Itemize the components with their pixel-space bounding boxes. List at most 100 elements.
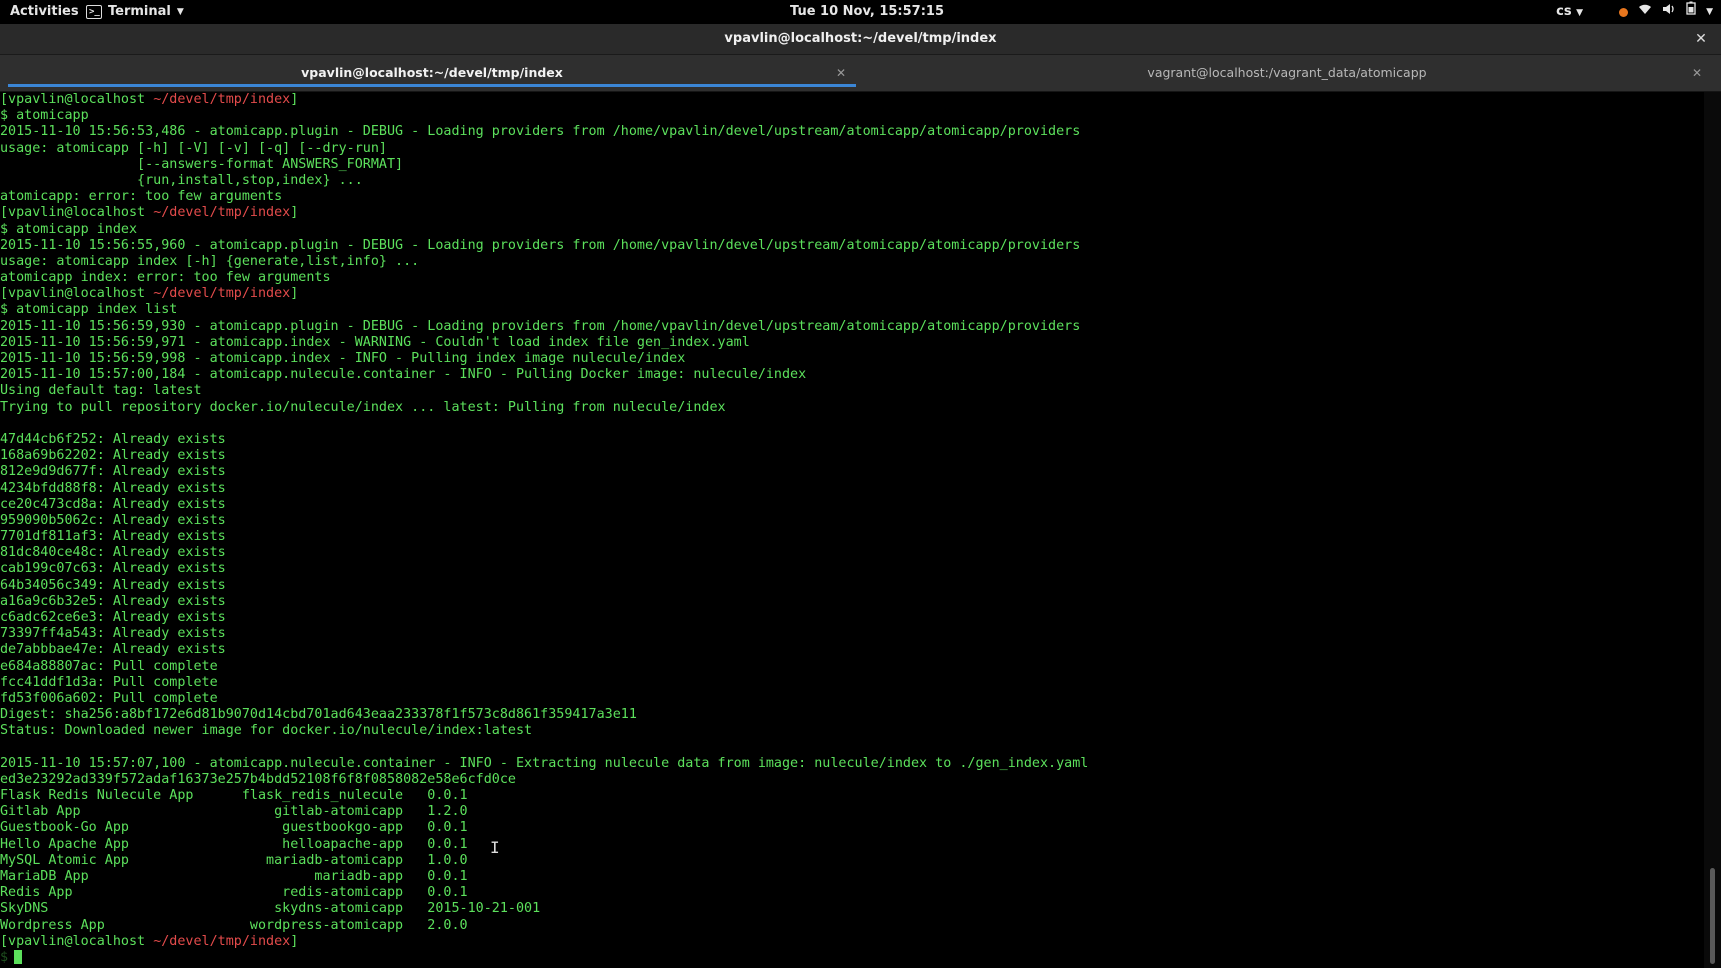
close-icon[interactable]: ✕ [1691,24,1711,54]
terminal-line: SkyDNS skydns-atomicapp 2015-10-21-001 [0,901,1704,917]
terminal-scrollbar[interactable] [1704,92,1721,968]
prompt-symbol: $ [0,949,9,965]
terminal-line: 2015-11-10 15:56:55,960 - atomicapp.plug… [0,238,1704,254]
terminal-text: Trying to pull repository docker.io/nule… [0,399,726,415]
keyboard-layout-indicator[interactable]: cs ▼ [1556,0,1583,25]
terminal-line: 73397ff4a543: Already exists [0,626,1704,642]
terminal-line: 2015-11-10 15:57:07,100 - atomicapp.nule… [0,756,1704,772]
ibeam-cursor-icon: I [490,838,500,857]
terminal-line: usage: atomicapp [-h] [-V] [-v] [-q] [--… [0,141,1704,157]
terminal-line: [vpavlin@localhost ~/devel/tmp/index] [0,934,1704,950]
terminal-text: Status: Downloaded newer image for docke… [0,723,533,739]
terminal-line: 2015-11-10 15:56:59,998 - atomicapp.inde… [0,351,1704,367]
terminal-line: fcc41ddf1d3a: Pull complete [0,675,1704,691]
terminal-text: [vpavlin@localhost [0,933,154,949]
keyboard-layout-label: cs [1556,3,1572,19]
tab-vpavlin-index[interactable]: vpavlin@localhost:~/devel/tmp/index ✕ [8,59,856,87]
terminal-line: $ atomicapp index list [0,302,1704,318]
terminal-text: ce20c473cd8a: Already exists [0,496,226,512]
terminal-line: 47d44cb6f252: Already exists [0,432,1704,448]
terminal-text: cab199c07c63: Already exists [0,561,226,577]
volume-icon[interactable] [1662,0,1676,24]
wifi-icon[interactable] [1638,0,1652,24]
clock[interactable]: Tue 10 Nov, 15:57:15 [790,0,944,24]
terminal-text: 2015-11-10 15:57:07,100 - atomicapp.nule… [0,755,1089,771]
terminal-text: c6adc62ce6e3: Already exists [0,610,226,625]
terminal-text: atomicapp: error: too few arguments [0,189,283,205]
tab-vagrant-atomicapp[interactable]: vagrant@localhost:/vagrant_data/atomicap… [862,59,1712,87]
terminal-line: Hello Apache App helloapache-app 0.0.1 [0,837,1704,853]
window-titlebar[interactable]: vpavlin@localhost:~/devel/tmp/index ✕ [0,24,1721,55]
terminal-line: Digest: sha256:a8bf172e6d81b9070d14cbd70… [0,707,1704,723]
chevron-down-icon: ▼ [176,7,184,17]
terminal-text: Flask Redis Nulecule App flask_redis_nul… [0,788,468,804]
terminal-text: ] [290,205,299,221]
terminal-line: cab199c07c63: Already exists [0,561,1704,577]
terminal-text: Wordpress App wordpress-atomicapp 2.0.0 [0,917,468,933]
terminal-line: [vpavlin@localhost ~/devel/tmp/index] [0,205,1704,221]
terminal-line: 2015-11-10 15:56:59,930 - atomicapp.plug… [0,319,1704,335]
prompt-path: ~/devel/tmp/index [153,205,291,221]
terminal-line: [vpavlin@localhost ~/devel/tmp/index] [0,92,1704,108]
tab-label: vpavlin@localhost:~/devel/tmp/index [301,65,563,80]
terminal-line: 959090b5062c: Already exists [0,513,1704,529]
terminal-line: 64b34056c349: Already exists [0,578,1704,594]
terminal-text: 4234bfdd88f8: Already exists [0,480,226,496]
terminal-icon: >_ [86,5,102,19]
prompt-path: ~/devel/tmp/index [153,933,291,949]
window-title: vpavlin@localhost:~/devel/tmp/index [724,31,997,46]
close-icon[interactable]: ✕ [836,59,846,87]
terminal-text: MySQL Atomic App mariadb-atomicapp 1.0.0 [0,852,468,868]
terminal-text: Guestbook-Go App guestbookgo-app 0.0.1 [0,820,468,836]
terminal-text: Gitlab App gitlab-atomicapp 1.2.0 [0,804,468,820]
notification-dot-icon[interactable] [1619,7,1629,17]
terminal-line: Wordpress App wordpress-atomicapp 2.0.0 [0,918,1704,934]
battery-icon[interactable] [1686,0,1696,24]
terminal-lines: [vpavlin@localhost ~/devel/tmp/index] $ a… [0,92,1704,950]
app-menu-terminal[interactable]: >_ Terminal ▼ [86,0,184,24]
terminal-text: 2015-11-10 15:56:59,998 - atomicapp.inde… [0,351,686,366]
terminal-line: Guestbook-Go App guestbookgo-app 0.0.1 [0,820,1704,836]
terminal-output[interactable]: [vpavlin@localhost ~/devel/tmp/index] $ a… [0,92,1704,968]
terminal-line: Redis App redis-atomicapp 0.0.1 [0,885,1704,901]
terminal-line: ed3e23292ad339f572adaf16373e257b4bdd5210… [0,772,1704,788]
close-icon[interactable]: ✕ [1692,59,1702,87]
terminal-line: $ atomicapp index [0,222,1704,238]
tab-bar: vpavlin@localhost:~/devel/tmp/index ✕ va… [0,55,1721,92]
terminal-text: Redis App redis-atomicapp 0.0.1 [0,885,468,901]
terminal-text: 2015-11-10 15:56:59,971 - atomicapp.inde… [0,334,750,350]
app-menu-label: Terminal [108,4,171,19]
terminal-text: ] [290,933,299,949]
terminal-line: 812e9d9d677f: Already exists [0,464,1704,480]
terminal-text: [vpavlin@localhost [0,92,154,107]
terminal-text: 812e9d9d677f: Already exists [0,464,226,480]
top-bar: Activities >_ Terminal ▼ Tue 10 Nov, 15:… [0,0,1721,24]
terminal-text: [vpavlin@localhost [0,286,154,302]
terminal-text: $ atomicapp index list [0,302,178,318]
terminal-text: $ atomicapp [0,108,89,124]
text-cursor [14,949,22,964]
terminal-line: Trying to pull repository docker.io/nule… [0,400,1704,416]
terminal-text: SkyDNS skydns-atomicapp 2015-10-21-001 [0,901,541,917]
terminal-text: 81dc840ce48c: Already exists [0,545,226,561]
terminal-line: 81dc840ce48c: Already exists [0,545,1704,561]
terminal-line: MariaDB App mariadb-app 0.0.1 [0,869,1704,885]
terminal-text: ed3e23292ad339f572adaf16373e257b4bdd5210… [0,771,516,787]
terminal-line: $ atomicapp [0,108,1704,124]
chevron-down-icon[interactable]: ▼ [1706,0,1713,24]
terminal-text: Hello Apache App helloapache-app 0.0.1 [0,836,468,852]
activities-button[interactable]: Activities [10,0,79,24]
system-tray[interactable]: cs ▼ ▼ [1556,0,1713,24]
terminal-line: a16a9c6b32e5: Already exists [0,594,1704,610]
terminal-text: Digest: sha256:a8bf172e6d81b9070d14cbd70… [0,707,637,723]
terminal-text: ] [290,286,299,302]
terminal-line: 4234bfdd88f8: Already exists [0,481,1704,497]
terminal-line: [--answers-format ANSWERS_FORMAT] [0,157,1704,173]
terminal-input-line[interactable]: $ [0,949,1704,966]
terminal-text: 168a69b62202: Already exists [0,448,226,464]
terminal-line: 2015-11-10 15:57:00,184 - atomicapp.nule… [0,367,1704,383]
terminal-text: {run,install,stop,index} ... [0,172,363,188]
scrollbar-thumb[interactable] [1710,868,1715,964]
terminal-line: [vpavlin@localhost ~/devel/tmp/index] [0,286,1704,302]
